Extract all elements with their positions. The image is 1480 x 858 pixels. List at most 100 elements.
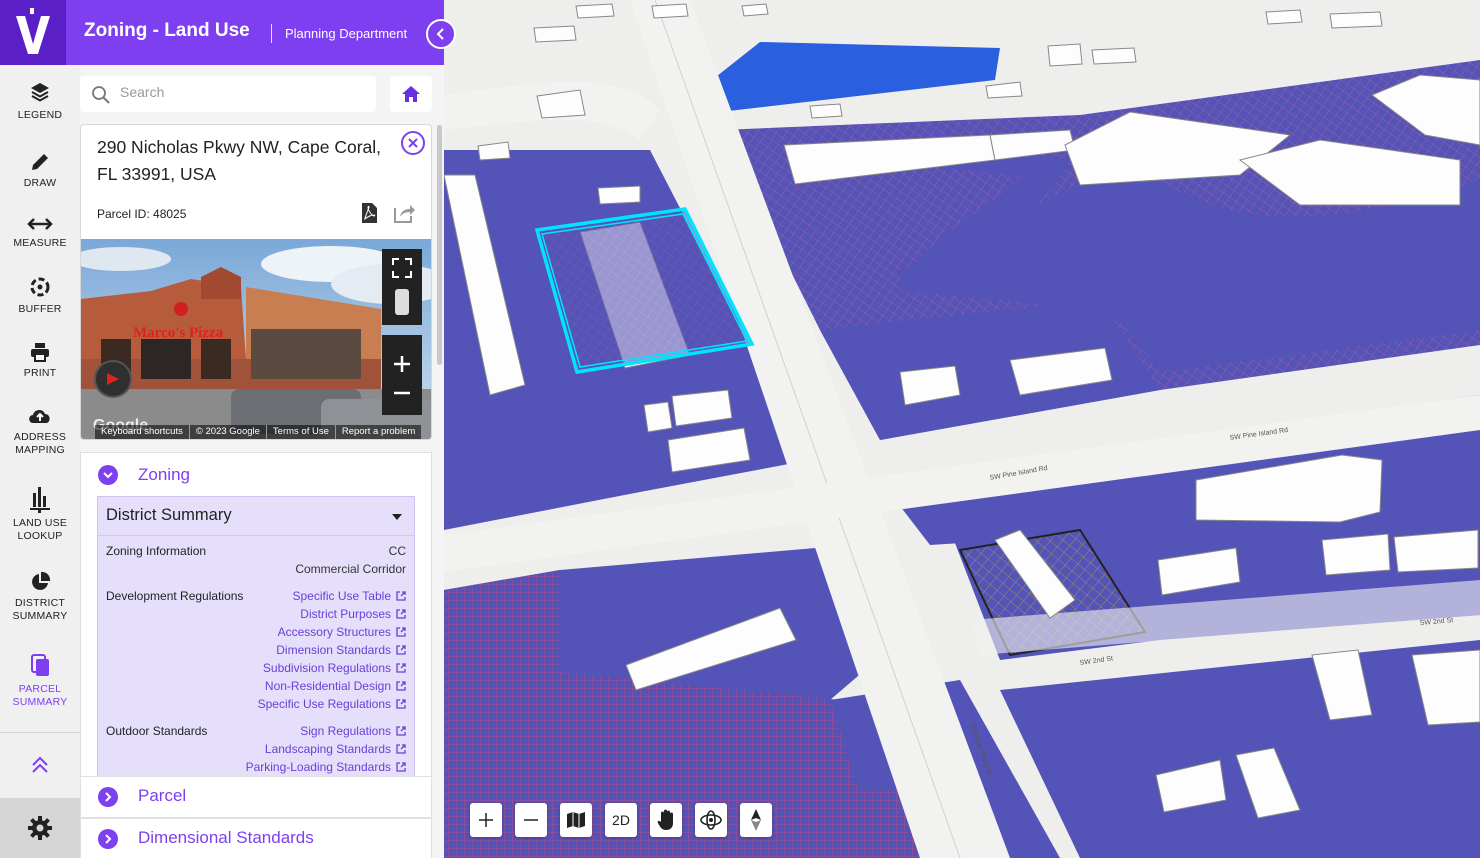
dev-regulation-link[interactable]: Specific Use Regulations [258, 697, 406, 711]
basemap-button[interactable] [560, 803, 592, 837]
dev-regulation-link-label[interactable]: Dimension Standards [276, 643, 391, 657]
compass-button[interactable] [740, 803, 772, 837]
outdoor-standard-link[interactable]: Parking-Loading Standards [246, 760, 406, 774]
outdoor-standard-link[interactable]: Landscaping Standards [265, 742, 406, 756]
dimensional-toggle[interactable] [98, 829, 118, 849]
orbit-button[interactable] [695, 803, 727, 837]
dev-regulation-link-label[interactable]: District Purposes [300, 607, 391, 621]
tool-label-land-use-lookup: LAND USE LOOKUP [12, 517, 68, 542]
dev-regulation-link[interactable]: District Purposes [300, 607, 406, 621]
external-link-icon [396, 726, 406, 736]
footer-report[interactable]: Report a problem [336, 425, 421, 439]
tool-parcel-summary[interactable]: PARCEL SUMMARY [0, 653, 80, 709]
footer-terms[interactable]: Terms of Use [267, 425, 336, 439]
tool-buffer[interactable]: BUFFER [0, 275, 80, 316]
minus-icon[interactable] [393, 391, 411, 395]
plus-icon [479, 813, 493, 827]
chevron-right-icon [105, 792, 112, 802]
outdoor-standard-link-label[interactable]: Parking-Loading Standards [246, 760, 391, 774]
tool-rail: LEGEND DRAW MEASURE BUFFER PRINT ADDRESS… [0, 65, 80, 858]
tool-print[interactable]: PRINT [0, 341, 80, 380]
gear-icon[interactable] [27, 815, 53, 841]
dev-regulations-label: Development Regulations [106, 589, 244, 603]
buffer-icon [30, 277, 50, 297]
outdoor-standard-link-label[interactable]: Landscaping Standards [265, 742, 391, 756]
tool-draw[interactable]: DRAW [0, 151, 80, 190]
app-logo: V [0, 0, 66, 65]
street-view-fullscreen[interactable] [382, 249, 422, 325]
tool-label-legend: LEGEND [17, 109, 63, 121]
documents-icon [31, 654, 49, 676]
orbit-icon [700, 810, 722, 830]
external-link-icon [396, 762, 406, 772]
tool-district-summary[interactable]: DISTRICT SUMMARY [0, 571, 80, 623]
plus-icon[interactable] [393, 355, 411, 373]
home-button[interactable] [390, 76, 432, 112]
zoning-name: Commercial Corridor [295, 562, 406, 576]
outdoor-standard-link-label[interactable]: Sign Regulations [300, 724, 391, 738]
external-link-icon [396, 627, 406, 637]
street-view-image[interactable]: Marco's Pizza Google Keyboard shortcuts … [81, 239, 431, 439]
pan-button[interactable] [650, 803, 682, 837]
pie-chart-icon [32, 571, 51, 590]
map-zoom-in-button[interactable] [470, 803, 502, 837]
parcel-section-title[interactable]: Parcel [138, 786, 186, 806]
map-zoom-out-button[interactable] [515, 803, 547, 837]
dev-regulation-link-label[interactable]: Accessory Structures [278, 625, 391, 639]
outdoor-standards-label: Outdoor Standards [106, 724, 208, 738]
dev-regulation-link[interactable]: Dimension Standards [276, 643, 406, 657]
dimensional-section[interactable]: Dimensional Standards [80, 818, 432, 858]
rail-divider [0, 732, 80, 733]
parcel-toggle[interactable] [98, 787, 118, 807]
dev-regulation-link-label[interactable]: Subdivision Regulations [263, 661, 391, 675]
map-scene: SW Pine Island Rd SW 2nd St Nicholas Pkw… [444, 0, 1480, 858]
tool-label-buffer: BUFFER [18, 303, 62, 315]
measure-icon [27, 218, 53, 230]
tool-label-district-summary: DISTRICT SUMMARY [12, 597, 68, 622]
footer-copyright: © 2023 Google [190, 425, 267, 439]
search-input[interactable] [120, 84, 360, 100]
tool-label-measure: MEASURE [13, 237, 67, 249]
dev-regulation-link[interactable]: Specific Use Table [293, 589, 407, 603]
tool-land-use-lookup[interactable]: LAND USE LOOKUP [0, 485, 80, 543]
collapse-panel-button[interactable] [426, 19, 456, 49]
map-icon [567, 812, 585, 828]
dev-regulation-link-label[interactable]: Specific Use Regulations [258, 697, 391, 711]
department-label: Planning Department [271, 24, 407, 43]
share-icon[interactable] [392, 202, 416, 224]
district-summary-caret-icon[interactable] [392, 514, 402, 520]
dev-regulation-link[interactable]: Non-Residential Design [265, 679, 406, 693]
zoning-section-title[interactable]: Zoning [138, 465, 190, 485]
parcel-id: Parcel ID: 48025 [97, 207, 187, 221]
outdoor-standard-link[interactable]: Sign Regulations [300, 724, 406, 738]
dimensional-section-title[interactable]: Dimensional Standards [138, 828, 314, 848]
pdf-icon[interactable] [360, 202, 378, 224]
hand-icon [657, 809, 673, 830]
toggle-2d-button[interactable]: 2D [605, 803, 637, 837]
dev-regulation-link-label[interactable]: Non-Residential Design [265, 679, 391, 693]
external-link-icon [396, 591, 406, 601]
dev-regulation-link-label[interactable]: Specific Use Table [293, 589, 392, 603]
map-view[interactable]: SW Pine Island Rd SW 2nd St Nicholas Pkw… [444, 0, 1480, 858]
double-chevron-up-icon [32, 756, 48, 773]
close-card-button[interactable] [401, 131, 425, 155]
expand-up-button[interactable] [0, 755, 80, 779]
external-link-icon [396, 681, 406, 691]
minus-icon [524, 819, 538, 821]
tool-address-mapping[interactable]: ADDRESS MAPPING [0, 405, 80, 457]
tool-measure[interactable]: MEASURE [0, 215, 80, 250]
district-summary-divider [98, 535, 414, 536]
external-link-icon [396, 645, 406, 655]
zoning-toggle[interactable] [98, 465, 118, 485]
bar-chart-icon [30, 487, 50, 513]
tool-legend[interactable]: LEGEND [0, 81, 80, 122]
dev-regulation-link[interactable]: Subdivision Regulations [263, 661, 406, 675]
chevron-left-icon [436, 28, 444, 40]
street-view-zoom[interactable] [382, 335, 422, 415]
zoning-code: CC [388, 544, 406, 558]
street-view-photo: Marco's Pizza [81, 239, 431, 439]
footer-keyboard-shortcuts[interactable]: Keyboard shortcuts [95, 425, 190, 439]
parcel-section[interactable]: Parcel [80, 776, 432, 818]
dev-regulation-link[interactable]: Accessory Structures [278, 625, 406, 639]
panel-scrollbar[interactable] [437, 125, 442, 365]
